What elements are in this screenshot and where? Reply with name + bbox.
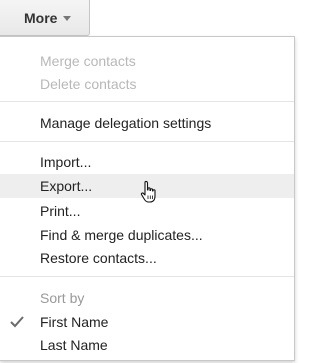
menu-divider [0, 276, 294, 277]
menu-item-label: Restore contacts... [40, 250, 157, 266]
menu-item-label: Import... [40, 154, 92, 170]
menu-item-import[interactable]: Import... [0, 150, 294, 174]
more-button-label: More [24, 9, 58, 26]
menu-item-label: Manage delegation settings [40, 115, 212, 131]
menu-item-label: Export... [40, 178, 93, 194]
menu-item-find-merge-duplicates[interactable]: Find & merge duplicates... [0, 223, 294, 247]
sort-by-label: Sort by [40, 290, 85, 306]
menu-divider [0, 141, 294, 142]
sort-option-last-name[interactable]: Last Name [0, 333, 294, 357]
menu-item-label: Print... [40, 203, 81, 219]
sort-by-header: Sort by [0, 286, 294, 310]
menu-item-restore-contacts[interactable]: Restore contacts... [0, 246, 294, 270]
hand-pointer-icon [140, 180, 156, 203]
caret-down-icon [63, 16, 72, 21]
menu-divider [0, 101, 294, 102]
menu-item-label: Merge contacts [40, 53, 136, 69]
checkmark-icon [10, 316, 24, 328]
sort-option-label: First Name [40, 314, 109, 330]
menu-item-merge-contacts[interactable]: Merge contacts [0, 49, 294, 73]
sort-option-first-name[interactable]: First Name [0, 310, 294, 334]
more-button[interactable]: More [0, 0, 90, 36]
menu-item-label: Find & merge duplicates... [40, 227, 203, 243]
menu-item-label: Delete contacts [40, 76, 137, 92]
sort-option-label: Last Name [40, 337, 108, 353]
menu-item-manage-delegation[interactable]: Manage delegation settings [0, 111, 294, 135]
menu-item-delete-contacts[interactable]: Delete contacts [0, 72, 294, 96]
